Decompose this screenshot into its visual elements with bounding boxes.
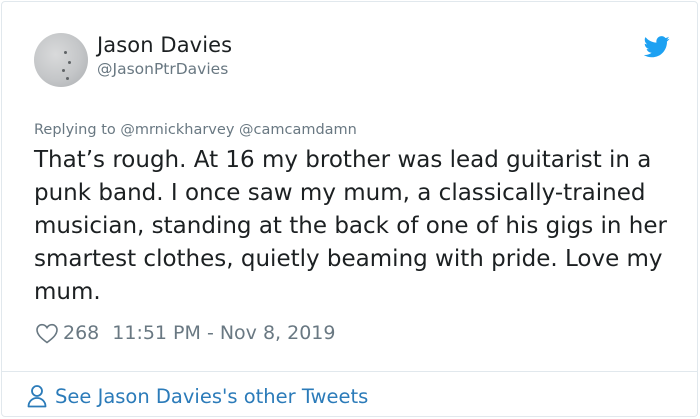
heart-icon[interactable]	[35, 322, 59, 344]
see-other-tweets-label[interactable]: See Jason Davies's other Tweets	[55, 385, 368, 408]
tweet-card: Jason Davies @JasonPtrDavies Replying to…	[1, 1, 698, 417]
see-other-tweets-link[interactable]: See Jason Davies's other Tweets	[26, 383, 368, 409]
twitter-bird-icon[interactable]	[644, 36, 670, 58]
tweet-meta: 268 11:51 PM - Nov 8, 2019	[35, 320, 336, 346]
replying-to-text[interactable]: Replying to @mrnickharvey @camcamdamn	[34, 122, 357, 138]
like-count[interactable]: 268	[63, 322, 99, 344]
user-handle[interactable]: @JasonPtrDavies	[97, 60, 228, 78]
avatar[interactable]	[34, 33, 88, 87]
display-name[interactable]: Jason Davies	[97, 33, 232, 57]
divider	[2, 371, 697, 372]
person-icon	[27, 385, 47, 408]
timestamp-link[interactable]: 11:51 PM - Nov 8, 2019	[112, 322, 335, 344]
tweet-text: That’s rough. At 16 my brother was lead …	[34, 147, 667, 305]
